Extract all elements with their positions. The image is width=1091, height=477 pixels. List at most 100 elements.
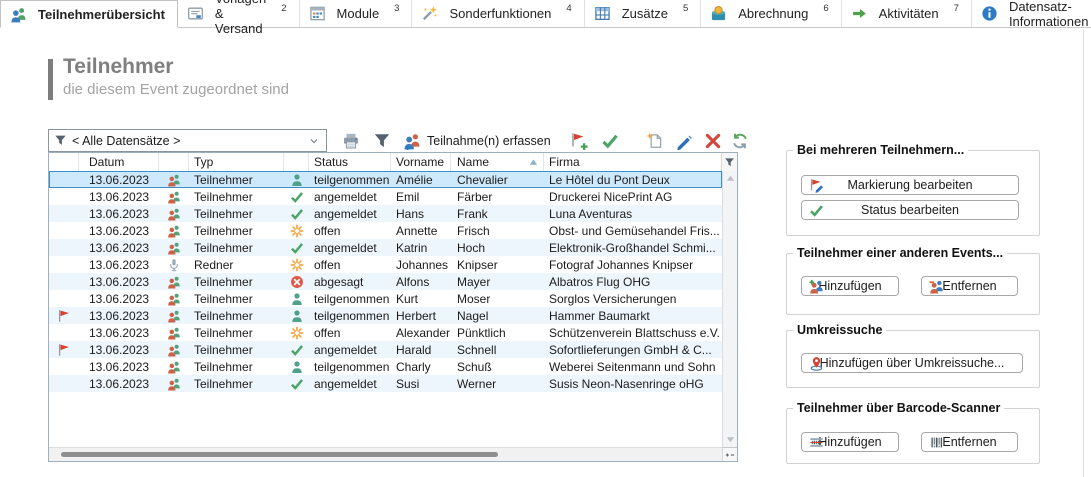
button-label: Markierung bearbeiten — [847, 178, 972, 192]
table-row[interactable]: 13.06.2023TeilnehmerteilgenommenCharlySc… — [49, 358, 722, 375]
column-header-label: Firma — [549, 155, 580, 169]
filter-button[interactable] — [373, 132, 391, 150]
tab-vorlagen-&-versand[interactable]: Vorlagen & Versand2 — [178, 0, 300, 27]
participants-icon — [159, 377, 189, 391]
tab-label: Sonderfunktionen — [449, 6, 551, 21]
column-header-firma[interactable]: Firma — [544, 153, 722, 171]
table-row[interactable]: 13.06.2023TeilnehmerangemeldetHaraldSchn… — [49, 341, 722, 358]
filter-dropdown[interactable]: < Alle Datensätze > — [48, 129, 327, 152]
horizontal-scrollbar[interactable] — [49, 447, 722, 461]
speaker-mic-icon — [159, 258, 189, 272]
table-row[interactable]: 13.06.2023TeilnehmerangemeldetKatrinHoch… — [49, 239, 722, 256]
new-record-button[interactable] — [646, 132, 664, 150]
participants-icon — [159, 207, 189, 221]
add-from-event-button[interactable]: Hinzufügen — [801, 276, 899, 296]
cell-firma: Susis Neon-Nasenringe oHG — [544, 377, 722, 391]
button-label: Hinzufügen — [818, 435, 881, 449]
cell-status: offen — [309, 224, 391, 238]
column-header-vorname[interactable]: Vorname — [391, 153, 451, 171]
barcode-remove-button[interactable]: Entfernen — [921, 432, 1018, 452]
tab-module[interactable]: Module3 — [300, 0, 413, 27]
cell-firma: Druckerei NicePrint AG — [544, 190, 722, 204]
cell-name: Schnell — [451, 343, 544, 357]
chevron-down-icon — [308, 135, 320, 147]
table-row[interactable]: 13.06.2023TeilnehmeroffenAlexanderPünktl… — [49, 324, 722, 341]
column-header-datum[interactable]: Datum — [79, 153, 159, 171]
print-button[interactable] — [342, 132, 360, 150]
participants-icon — [159, 360, 189, 374]
column-header-icon[interactable] — [284, 153, 309, 171]
tab-teilnehmerübersicht[interactable]: Teilnehmerübersicht — [0, 0, 178, 28]
column-width-adjust-button[interactable] — [722, 447, 737, 461]
cell-firma: Luna Aventuras — [544, 207, 722, 221]
cell-vorname: Kurt — [391, 292, 451, 306]
participants-icon — [159, 241, 189, 255]
table-row[interactable]: 13.06.2023TeilnehmerangemeldetSusiWerner… — [49, 375, 722, 392]
table-row[interactable]: 13.06.2023TeilnehmerangemeldetEmilFärber… — [49, 188, 722, 205]
column-header-typ[interactable]: Typ — [189, 153, 284, 171]
column-header-icon[interactable] — [49, 153, 79, 171]
button-label: Status bearbeiten — [861, 203, 959, 217]
add-marker-button[interactable] — [570, 132, 588, 150]
delete-record-button[interactable] — [704, 132, 722, 150]
table-row[interactable]: 13.06.2023RedneroffenJohannesKnipserFoto… — [49, 256, 722, 273]
group-title: Bei mehreren Teilnehmern... — [793, 143, 968, 157]
funnel-icon — [54, 134, 67, 147]
column-header-icon[interactable] — [159, 153, 189, 171]
cell-typ: Teilnehmer — [189, 292, 284, 306]
column-header-status[interactable]: Status — [309, 153, 391, 171]
cell-typ: Teilnehmer — [189, 275, 284, 289]
cell-status: offen — [309, 326, 391, 340]
vertical-scrollbar[interactable] — [722, 171, 737, 447]
set-status-button[interactable] — [601, 132, 619, 150]
table-row[interactable]: 13.06.2023TeilnehmerteilgenommenKurtMose… — [49, 290, 722, 307]
participants-icon — [159, 292, 189, 306]
table-row[interactable]: 13.06.2023TeilnehmerangemeldetHansFrankL… — [49, 205, 722, 222]
tab-zusätze[interactable]: Zusätze5 — [585, 0, 702, 27]
delete-x-icon — [704, 132, 722, 150]
cell-name: Schuß — [451, 360, 544, 374]
tab-label: Vorlagen & Versand — [215, 0, 266, 36]
toolbar-button-label: Teilnahme(n) erfassen — [427, 134, 551, 148]
edit-marker-button[interactable]: Markierung bearbeiten — [801, 175, 1019, 195]
cell-datum: 13.06.2023 — [79, 275, 159, 289]
cell-name: Frank — [451, 207, 544, 221]
table-row[interactable]: 13.06.2023TeilnehmerteilgenommenHerbertN… — [49, 307, 722, 324]
column-filter-button[interactable] — [721, 153, 737, 172]
cell-firma: Fotograf Johannes Knipser — [544, 258, 722, 272]
group-box: Teilnehmer einer anderen Events...Hinzuf… — [786, 253, 1040, 315]
add-by-radius-search-button[interactable]: Hinzufügen über Umkreissuche... — [801, 353, 1023, 373]
toolbar: < Alle Datensätze > Teilnahme(n) erfasse… — [48, 129, 749, 152]
scroll-down-icon[interactable] — [723, 435, 737, 444]
column-header-name[interactable]: Name — [451, 153, 544, 171]
scroll-up-icon[interactable] — [723, 174, 737, 183]
edit-record-button[interactable] — [675, 132, 693, 150]
action-panel: Bei mehreren Teilnehmern... Markierung be… — [786, 0, 1040, 477]
edit-status-button[interactable]: Status bearbeiten — [801, 200, 1019, 220]
refresh-button[interactable] — [731, 132, 749, 150]
record-participation-button[interactable]: Teilnahme(n) erfassen — [403, 132, 551, 150]
cell-vorname: Harald — [391, 343, 451, 357]
barcode-add-button[interactable]: Hinzufügen — [801, 432, 899, 452]
horizontal-scrollbar-thumb[interactable] — [61, 452, 498, 457]
remove-from-event-button[interactable]: Entfernen — [921, 276, 1018, 296]
cell-vorname: Katrin — [391, 241, 451, 255]
cell-vorname: Herbert — [391, 309, 451, 323]
participants-icon — [159, 326, 189, 340]
table-row[interactable]: 13.06.2023TeilnehmerteilgenommenAmélieCh… — [49, 171, 722, 188]
tab-number: 3 — [394, 3, 399, 14]
cell-typ: Teilnehmer — [189, 190, 284, 204]
column-header-label: Datum — [89, 155, 124, 169]
cell-datum: 13.06.2023 — [79, 326, 159, 340]
cell-firma: Le Hôtel du Pont Deux — [544, 173, 722, 187]
cell-name: Mayer — [451, 275, 544, 289]
tab-sonderfunktionen[interactable]: Sonderfunktionen4 — [412, 0, 584, 27]
group-box: UmkreissucheHinzufügen über Umkreissuche… — [786, 330, 1040, 388]
table-row[interactable]: 13.06.2023TeilnehmerabgesagtAlfonsMayerA… — [49, 273, 722, 290]
table-row[interactable]: 13.06.2023TeilnehmeroffenAnnetteFrischOb… — [49, 222, 722, 239]
map-pin-icon — [809, 356, 824, 371]
cell-firma: Obst- und Gemüsehandel Fris... — [544, 224, 722, 238]
event-participants-window: TeilnehmerübersichtVorlagen & Versand2Mo… — [0, 0, 1091, 477]
pencil-icon — [675, 132, 693, 150]
window-right-divider — [1083, 30, 1084, 477]
